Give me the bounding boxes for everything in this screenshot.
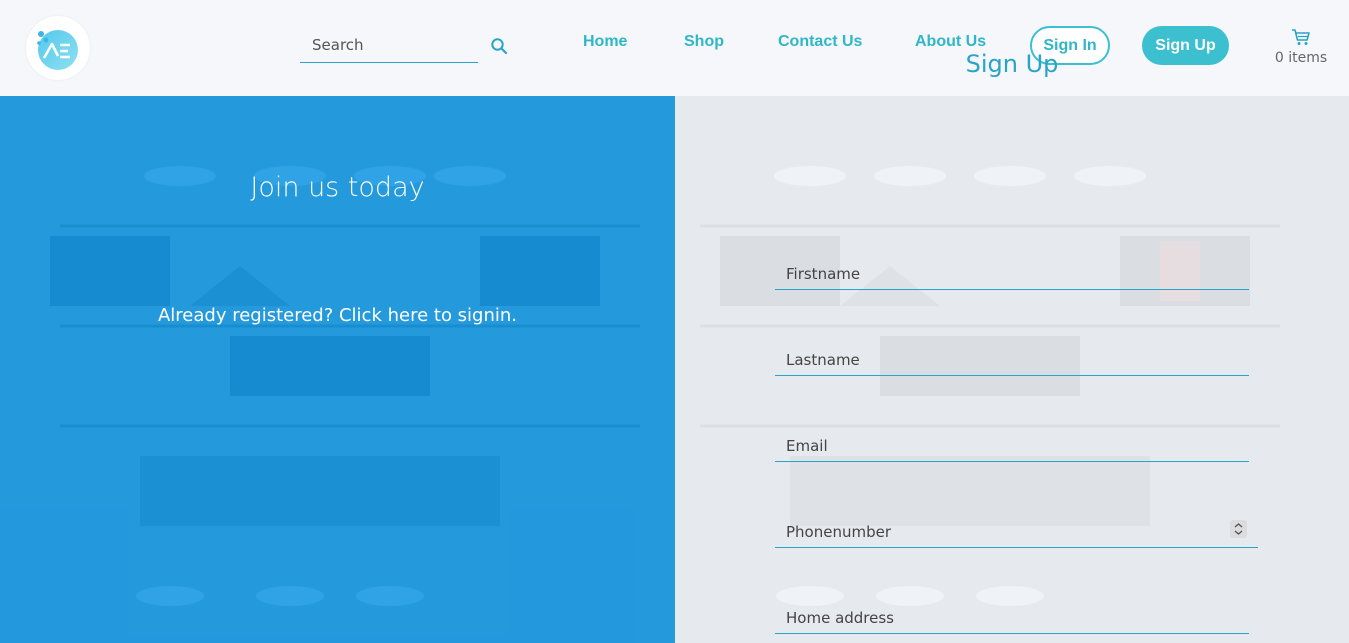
lastname-input[interactable] [775, 340, 1249, 375]
phone-input[interactable] [775, 512, 1258, 547]
signup-heading: Sign Up [965, 50, 1059, 78]
site-header: Home Shop Contact Us About Us Sign In Si… [0, 0, 1349, 96]
address-input[interactable] [775, 598, 1249, 633]
firstname-input[interactable] [775, 254, 1249, 289]
email-input[interactable] [775, 426, 1249, 461]
brand-logo[interactable] [26, 16, 90, 80]
number-spinner[interactable] [1230, 520, 1247, 538]
brand-logo-icon [37, 30, 78, 70]
nav-home-link[interactable]: Home [583, 33, 627, 51]
signin-prompt-link[interactable]: Already registered? Click here to signin… [0, 305, 675, 326]
search-field[interactable] [300, 28, 478, 63]
email-field[interactable] [775, 426, 1249, 462]
lastname-field[interactable] [775, 340, 1249, 376]
phone-field[interactable] [775, 512, 1258, 548]
nav-contact-link[interactable]: Contact Us [778, 33, 862, 51]
nav-shop-link[interactable]: Shop [684, 33, 724, 51]
join-heading: Join us today [250, 172, 425, 203]
search-icon[interactable] [490, 37, 508, 55]
firstname-field[interactable] [775, 254, 1249, 290]
address-field[interactable] [775, 598, 1249, 634]
cart-icon [1292, 29, 1310, 45]
search-input[interactable] [300, 28, 478, 62]
nav-about-link[interactable]: About Us [915, 33, 986, 51]
spinner-arrows-icon [1234, 523, 1243, 535]
